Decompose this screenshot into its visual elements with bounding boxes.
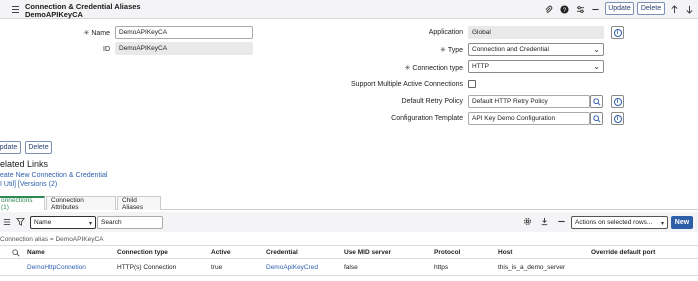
connection-type-select[interactable]: HTTP ⌄ <box>468 60 604 73</box>
delete-button[interactable]: Delete <box>637 2 665 15</box>
config-template-label: Configuration Template <box>391 115 463 122</box>
bottom-update-button[interactable]: pdate <box>0 141 21 154</box>
form-title-record: DemoAPIKeyCA <box>25 9 83 19</box>
application-label: Application <box>428 29 463 36</box>
search-icon <box>592 114 601 123</box>
required-indicator: ✳ <box>439 47 446 54</box>
info-icon: i <box>613 97 622 106</box>
svg-text:?: ? <box>563 7 567 14</box>
chevron-down-icon: ⌄ <box>593 45 600 54</box>
name-input[interactable]: DemoAPIKeyCA <box>115 26 253 39</box>
name-label: ✳ Name <box>83 30 110 37</box>
form-header: Connection & Credential Aliases DemoAPIK… <box>0 0 698 19</box>
related-links-heading: elated Links <box>0 159 49 169</box>
multi-active-label: Support Multiple Active Connections <box>350 81 463 88</box>
chevron-down-icon: ▾ <box>88 221 92 227</box>
required-indicator: ✳ <box>83 30 90 37</box>
list-search-input[interactable]: Search <box>97 216 163 229</box>
bottom-delete-button[interactable]: Delete <box>25 141 52 154</box>
tab-child-aliases[interactable]: Child Aliases <box>117 196 161 211</box>
type-label: ✳ Type <box>439 47 463 54</box>
table-search-icon[interactable] <box>12 249 20 257</box>
new-button[interactable]: New <box>671 216 693 229</box>
table-header-bottom-line <box>0 258 698 259</box>
id-field: DemoAPIKeyCA <box>115 42 253 55</box>
tab-connection-attributes[interactable]: Connection Attributes <box>46 196 116 211</box>
row-use-mid-server: false <box>344 264 358 271</box>
more-options-icon[interactable] <box>590 4 601 15</box>
previous-record-arrow-icon[interactable] <box>669 4 680 15</box>
list-menu-icon[interactable] <box>3 218 11 226</box>
filter-icon[interactable] <box>16 217 25 226</box>
retry-policy-info-button[interactable]: i <box>611 95 624 108</box>
multi-active-checkbox[interactable] <box>468 80 476 88</box>
retry-policy-input[interactable]: Default HTTP Retry Policy <box>468 95 590 108</box>
personalize-icon[interactable] <box>540 217 549 226</box>
connection-type-label: ✳ Connection type <box>404 65 463 72</box>
row-credential-link[interactable]: DemoApiKeyCred <box>266 264 318 271</box>
config-template-lookup-button[interactable] <box>590 112 603 125</box>
row-active: true <box>211 264 223 271</box>
list-toolbar: Name ▾ Search Actions on selected rows...… <box>0 212 698 232</box>
row-protocol: https <box>434 264 449 271</box>
attachment-icon[interactable] <box>543 4 554 15</box>
column-header-host[interactable]: Host <box>498 249 512 256</box>
chevron-down-icon: ▾ <box>660 221 664 227</box>
chevron-down-icon: ⌄ <box>593 62 600 71</box>
collapse-icon[interactable] <box>557 217 566 226</box>
row-name-link[interactable]: DemoHttpConnetion <box>27 264 86 271</box>
column-header-use-mid-server[interactable]: Use MID server <box>344 249 391 256</box>
application-info-button[interactable]: i <box>611 26 624 39</box>
util-versions-link[interactable]: I Util] [Versions (2) <box>0 181 57 188</box>
table-header-top-line <box>0 245 698 246</box>
settings-sliders-icon[interactable] <box>575 4 586 15</box>
retry-policy-lookup-button[interactable] <box>590 95 603 108</box>
column-header-name[interactable]: Name <box>27 249 45 256</box>
row-host: this_is_a_demo_server <box>498 264 566 271</box>
retry-policy-label: Default Retry Policy <box>401 98 463 105</box>
related-list-tabs: onnections (1) Connection Attributes Chi… <box>0 196 698 211</box>
application-field: Global <box>468 26 604 39</box>
id-label: ID <box>103 46 110 53</box>
info-icon: i <box>613 114 622 123</box>
column-header-protocol[interactable]: Protocol <box>434 249 460 256</box>
column-header-override-default-port[interactable]: Override default port <box>591 249 655 256</box>
config-template-input[interactable]: API Key Demo Configuration <box>468 112 590 125</box>
column-header-active[interactable]: Active <box>211 249 231 256</box>
create-new-connection-link[interactable]: eate New Connection & Credential <box>0 172 107 179</box>
column-header-credential[interactable]: Credential <box>266 249 298 256</box>
search-field-select[interactable]: Name ▾ <box>30 216 96 229</box>
gear-icon[interactable] <box>523 217 532 226</box>
help-icon[interactable]: ? <box>559 4 570 15</box>
hamburger-menu-icon[interactable] <box>11 4 20 13</box>
tab-connections[interactable]: onnections (1) <box>0 196 45 211</box>
type-select[interactable]: Connection and Credential ⌄ <box>468 43 604 56</box>
update-button[interactable]: Update <box>605 2 634 15</box>
required-indicator: ✳ <box>404 65 411 72</box>
actions-select[interactable]: Actions on selected rows... ▾ <box>571 216 668 229</box>
breadcrumb[interactable]: Connection alias = DemoAPIKeyCA <box>0 236 104 243</box>
table-row-bottom-line <box>0 275 698 276</box>
config-template-info-button[interactable]: i <box>611 112 624 125</box>
info-icon: i <box>613 28 622 37</box>
row-connection-type: HTTP(s) Connection <box>117 264 177 271</box>
next-record-arrow-icon[interactable] <box>684 4 695 15</box>
search-icon <box>592 97 601 106</box>
column-header-connection-type[interactable]: Connection type <box>117 249 168 256</box>
